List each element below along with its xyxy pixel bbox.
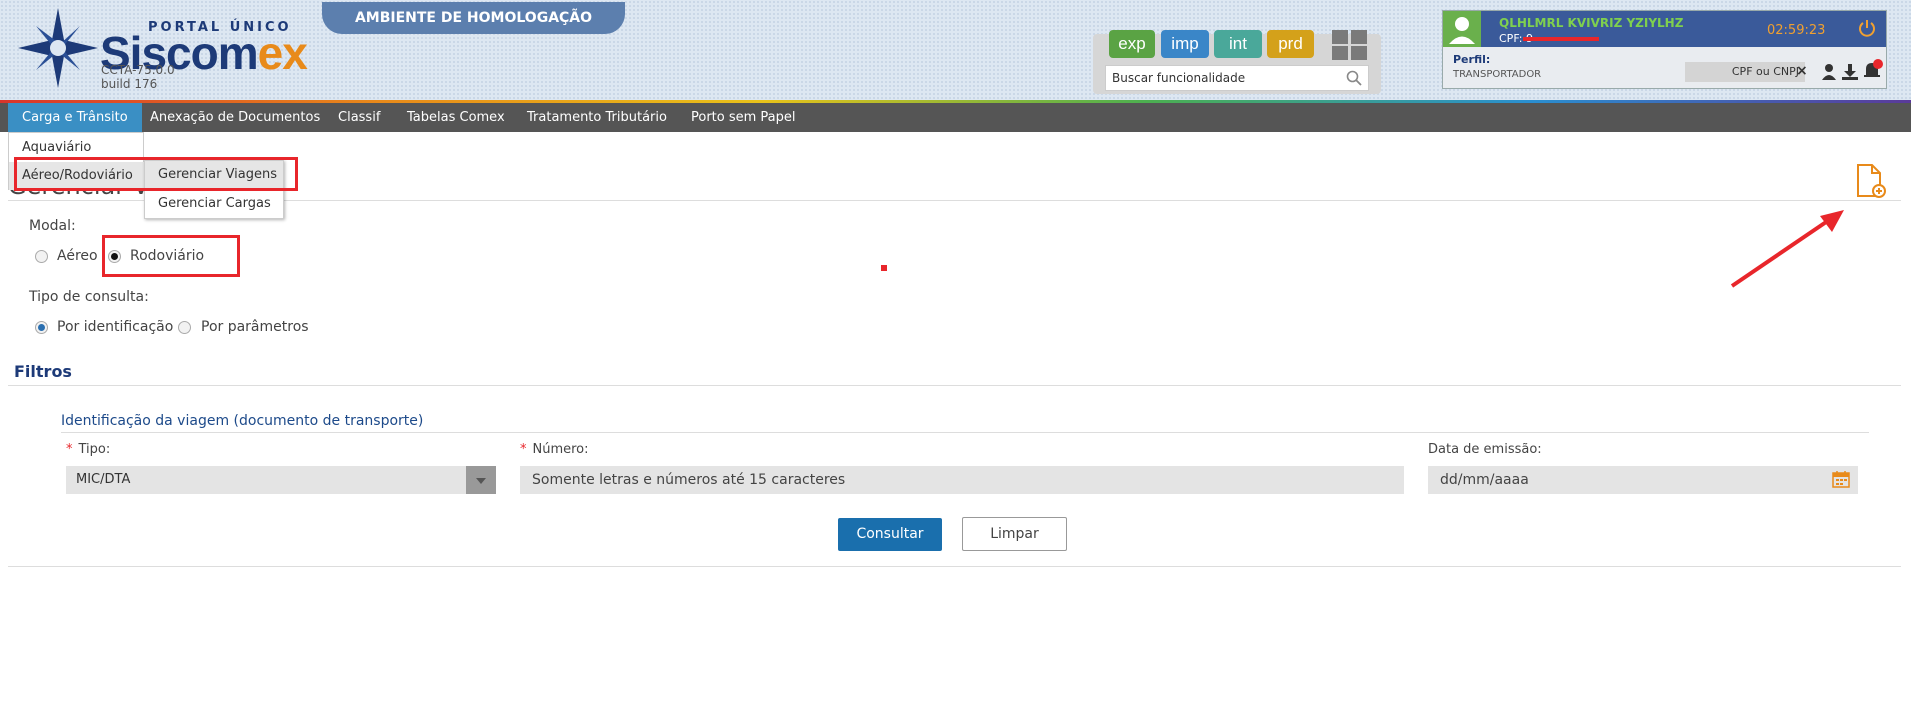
- group-title: Identificação da viagem (documento de tr…: [61, 413, 424, 429]
- session-timer: 02:59:23: [1767, 23, 1826, 38]
- required-mark: *: [520, 442, 527, 457]
- required-mark: *: [66, 442, 73, 457]
- header: PORTAL ÚNICO Siscomex CCTA-75.0.0 build …: [0, 0, 1911, 100]
- red-dot-mark: [881, 265, 887, 271]
- bottom-divider: [8, 566, 1901, 567]
- main-navbar: Carga e Trânsito Anexação de Documentos …: [0, 103, 1911, 132]
- group-divider: [61, 432, 1869, 433]
- tipo-radio-parametros[interactable]: [178, 321, 191, 334]
- search-functionality-input[interactable]: Buscar funcionalidade: [1105, 65, 1369, 91]
- notification-bell-icon[interactable]: [1862, 59, 1884, 81]
- nav-porto-sem-papel[interactable]: Porto sem Papel: [677, 103, 810, 132]
- data-emissao-input[interactable]: dd/mm/aaaa: [1428, 466, 1858, 494]
- perfil-label: Perfil:: [1453, 53, 1491, 66]
- submenu-gerenciar-cargas[interactable]: Gerenciar Cargas: [145, 190, 283, 218]
- filters-divider: [8, 385, 1901, 386]
- user-panel: QLHLMRL KVIVRIZ YZIYLHZ CPF: 9 02:59:23 …: [1442, 10, 1887, 89]
- data-emissao-label: Data de emissão:: [1428, 442, 1542, 457]
- title-divider: [8, 200, 1901, 201]
- user-avatar-icon: [1449, 17, 1475, 44]
- avatar: [1443, 11, 1481, 47]
- user-profile-icon[interactable]: [1821, 63, 1837, 81]
- siscomex-star-logo: [18, 8, 98, 88]
- chevron-down-icon[interactable]: [466, 466, 496, 494]
- numero-field-label: * Número:: [520, 442, 589, 457]
- tipo-field-label: * Tipo:: [66, 442, 110, 457]
- modal-option-aereo: Aéreo: [57, 248, 98, 264]
- tipo-label-text: Tipo:: [78, 442, 111, 457]
- clear-cpf-button[interactable]: ×: [1796, 63, 1808, 79]
- highlight-rodoviario-box: [102, 235, 240, 277]
- version-number: CCTA-75.0.0: [101, 63, 175, 77]
- highlight-menu-box: [14, 157, 298, 191]
- user-name: QLHLMRL KVIVRIZ YZIYLHZ: [1499, 16, 1684, 30]
- shortcut-imp-button[interactable]: imp: [1161, 30, 1209, 58]
- tipo-select[interactable]: MIC/DTA: [66, 466, 466, 494]
- nav-tratamento-tributario[interactable]: Tratamento Tributário: [513, 103, 681, 132]
- red-arrow-annotation: [1730, 210, 1844, 288]
- new-document-icon[interactable]: [1855, 163, 1887, 199]
- cpf-cnpj-input[interactable]: CPF ou CNPJ: [1685, 62, 1805, 82]
- tipo-radio-identificacao[interactable]: [35, 321, 48, 334]
- cpf-redaction-mark: [1523, 37, 1599, 41]
- search-icon[interactable]: [1346, 70, 1362, 86]
- modal-label: Modal:: [29, 218, 76, 234]
- apps-grid-icon[interactable]: [1332, 30, 1368, 61]
- build-number: build 176: [101, 77, 158, 91]
- modal-radio-aereo[interactable]: [35, 250, 48, 263]
- nav-classif[interactable]: Classif: [324, 103, 394, 132]
- shortcut-exp-button[interactable]: exp: [1109, 30, 1155, 58]
- filters-title: Filtros: [14, 362, 72, 381]
- power-icon[interactable]: [1857, 18, 1877, 38]
- shortcut-prd-button[interactable]: prd: [1267, 30, 1314, 58]
- nav-anexacao-documentos[interactable]: Anexação de Documentos: [136, 103, 334, 132]
- perfil-value: TRANSPORTADOR: [1453, 69, 1542, 80]
- version-info: CCTA-75.0.0 build 176: [101, 63, 175, 91]
- tipo-option-identificacao: Por identificação: [57, 319, 174, 335]
- limpar-button[interactable]: Limpar: [962, 517, 1067, 551]
- user-panel-top: QLHLMRL KVIVRIZ YZIYLHZ CPF: 9 02:59:23: [1443, 11, 1886, 47]
- shortcut-int-button[interactable]: int: [1214, 30, 1262, 58]
- tipo-consulta-label: Tipo de consulta:: [29, 289, 149, 305]
- calendar-icon[interactable]: [1832, 470, 1850, 488]
- download-icon[interactable]: [1841, 63, 1859, 81]
- consultar-button[interactable]: Consultar: [838, 518, 942, 551]
- numero-input[interactable]: Somente letras e números até 15 caracter…: [520, 466, 1404, 494]
- environment-banner: AMBIENTE DE HOMOLOGAÇÃO: [322, 2, 625, 34]
- numero-label-text: Número:: [532, 442, 589, 457]
- nav-tabelas-comex[interactable]: Tabelas Comex: [393, 103, 519, 132]
- tipo-option-parametros: Por parâmetros: [201, 319, 309, 335]
- nav-carga-transito[interactable]: Carga e Trânsito: [8, 103, 142, 132]
